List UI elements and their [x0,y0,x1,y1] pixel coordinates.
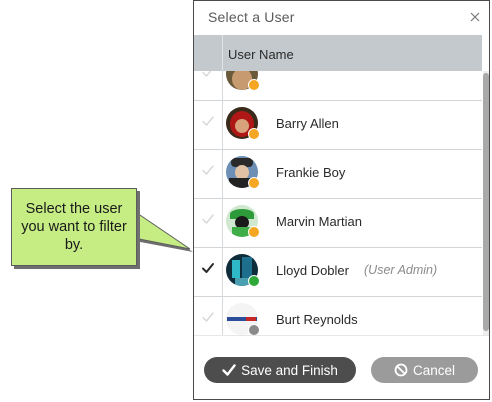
user-name: Lloyd Dobler [276,263,349,278]
select-column-header [194,35,223,71]
user-row[interactable]: Frankie Boy [194,150,482,199]
user-row[interactable]: Marvin Martian [194,199,482,248]
callout-text: Select the user you want to filter by. [21,201,127,253]
cancel-button-label: Cancel [412,362,456,378]
avatar [226,71,260,91]
user-role: (User Admin) [364,263,438,277]
user-name: Burt Reynolds [276,312,358,327]
user-rows: Barry Allen Frankie Boy Marvin Martian Lloy… [194,71,482,335]
user-name: Barry Allen [276,116,339,131]
scrollbar-thumb[interactable] [483,73,489,331]
avatar [226,205,260,238]
avatar [226,303,260,335]
dialog-title: Select a User [208,9,295,25]
checkmark-icon[interactable] [201,261,215,275]
checkmark-icon[interactable] [201,114,215,128]
prohibited-icon [394,363,408,377]
dialog-header: Select a User [194,1,489,35]
cancel-button[interactable]: Cancel [371,357,478,383]
user-row[interactable]: Burt Reynolds [194,297,482,335]
avatar [226,254,260,287]
checkmark-icon[interactable] [201,310,215,324]
save-button-label: Save and Finish [241,362,338,378]
user-name: Marvin Martian [276,214,362,229]
instruction-callout: Select the user you want to filter by. [0,0,200,402]
user-name: Frankie Boy [276,165,346,180]
select-user-dialog: Select a User User Name Barry Allen Frank… [193,0,490,400]
user-row[interactable]: Lloyd Dobler (User Admin) [194,248,482,297]
status-indicator [248,226,260,238]
checkmark-icon [222,363,236,377]
column-divider [222,71,223,335]
column-header-user-name[interactable]: User Name [228,47,294,62]
status-indicator [248,177,260,189]
close-button[interactable] [467,9,483,25]
checkmark-icon[interactable] [201,71,215,79]
avatar [226,107,260,140]
checkmark-icon[interactable] [201,212,215,226]
close-icon [470,12,480,22]
save-and-finish-button[interactable]: Save and Finish [204,357,356,383]
status-indicator [248,79,260,91]
grid-header: User Name [194,35,482,71]
status-indicator [248,275,260,287]
user-row[interactable] [194,71,482,101]
status-indicator [248,128,260,140]
user-list: Barry Allen Frankie Boy Marvin Martian Lloy… [194,71,482,335]
checkmark-icon[interactable] [201,163,215,177]
user-row[interactable]: Barry Allen [194,101,482,150]
footer-divider [194,335,489,336]
avatar [226,156,260,189]
callout-box: Select the user you want to filter by. [11,188,137,266]
status-indicator [248,324,260,335]
